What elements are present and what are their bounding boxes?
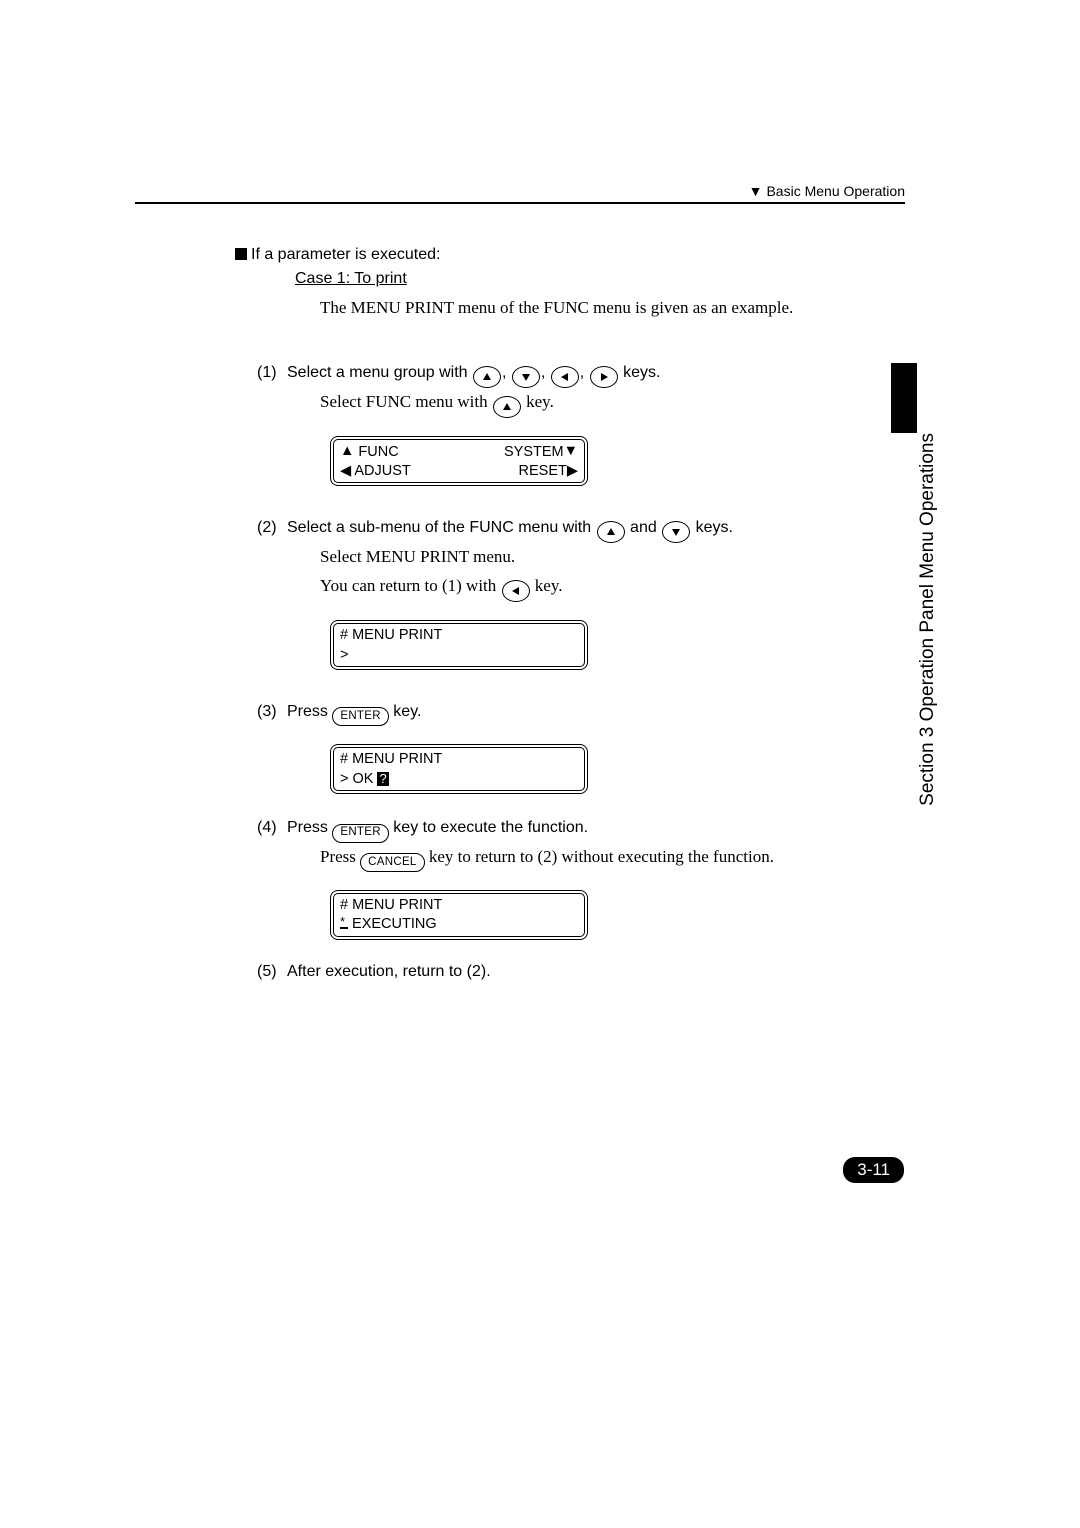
- step-sub-a: Press: [320, 847, 356, 866]
- step-text-end: keys.: [696, 519, 733, 536]
- step-number: (1): [257, 359, 287, 386]
- up-arrow-icon: [473, 366, 501, 388]
- lcd-line1: # MENU PRINT: [340, 897, 442, 913]
- cursor-question-icon: ?: [377, 772, 388, 786]
- step-text: Press: [287, 819, 328, 836]
- step-2: (2)Select a sub-menu of the FUNC menu wi…: [257, 514, 895, 602]
- lcd-br: RESET▶: [519, 463, 579, 479]
- step-sub-line2a: You can return to (1) with: [320, 576, 496, 595]
- step-5: (5)After execution, return to (2).: [257, 958, 895, 985]
- step-sub-end: key.: [526, 392, 554, 411]
- lcd-line2: > OK ?: [340, 771, 389, 787]
- step-sub-b: key to return to (2) without executing t…: [429, 847, 774, 866]
- step-number: (5): [257, 958, 287, 985]
- step-sub: Select FUNC menu with key.: [320, 388, 895, 418]
- step-text-end: key to execute the function.: [393, 819, 588, 836]
- case-heading: Case 1: To print: [295, 270, 895, 288]
- up-arrow-icon: [597, 521, 625, 543]
- step-text: Select a menu group with: [287, 364, 468, 381]
- intro-heading-text: If a parameter is executed:: [251, 246, 440, 263]
- step-3: (3)Press ENTER key.: [257, 698, 895, 726]
- down-arrow-icon: [512, 366, 540, 388]
- step-4: (4)Press ENTER key to execute the functi…: [257, 814, 895, 872]
- lcd-line2: >: [340, 647, 348, 663]
- right-arrow-icon: [590, 366, 618, 388]
- header-title: Basic Menu Operation: [766, 183, 905, 199]
- cancel-key-icon: CANCEL: [360, 853, 424, 872]
- step-sub: Select MENU PRINT menu. You can return t…: [320, 543, 895, 602]
- step-sub-text: Select FUNC menu with: [320, 392, 488, 411]
- example-paragraph: The MENU PRINT menu of the FUNC menu is …: [320, 294, 860, 321]
- step-1: (1)Select a menu group with , , , keys. …: [257, 359, 895, 418]
- lcd-tr: SYSTEM▼: [504, 443, 578, 460]
- left-arrow-icon: [551, 366, 579, 388]
- cursor-block-icon: *: [340, 916, 348, 933]
- up-arrow-icon: [493, 396, 521, 418]
- step-number: (4): [257, 814, 287, 841]
- section-side-label: Section 3 Operation Panel Menu Operation…: [917, 433, 939, 806]
- step-number: (3): [257, 698, 287, 725]
- lcd-line1: # MENU PRINT: [340, 751, 442, 767]
- enter-key-icon: ENTER: [332, 707, 388, 726]
- step-text: Select a sub-menu of the FUNC menu with: [287, 519, 591, 536]
- left-triangle-icon: ◀: [340, 463, 351, 479]
- lcd-line1: # MENU PRINT: [340, 627, 442, 643]
- step-sub-line2b: key.: [535, 576, 563, 595]
- down-triangle-icon: ▼: [749, 183, 763, 199]
- up-triangle-icon: ▲: [340, 443, 354, 459]
- lcd-tl: ▲ FUNC: [340, 443, 399, 460]
- step-sub: Press CANCEL key to return to (2) withou…: [320, 843, 895, 872]
- lcd-bl: ◀ ADJUST: [340, 463, 411, 479]
- right-triangle-icon: ▶: [567, 463, 578, 479]
- step-sub-line1: Select MENU PRINT menu.: [320, 547, 515, 566]
- lcd-display-2: # MENU PRINT >: [330, 620, 588, 670]
- lcd-display-4: # MENU PRINT * EXECUTING: [330, 890, 588, 940]
- page-content: If a parameter is executed: Case 1: To p…: [235, 246, 895, 985]
- step-text: Press: [287, 703, 328, 720]
- lcd-display-3: # MENU PRINT > OK ?: [330, 744, 588, 794]
- down-triangle-icon: ▼: [564, 443, 578, 459]
- lcd-line2: * EXECUTING: [340, 916, 437, 933]
- header-rule: [135, 202, 905, 204]
- down-arrow-icon: [662, 521, 690, 543]
- enter-key-icon: ENTER: [332, 824, 388, 843]
- running-header: ▼Basic Menu Operation: [749, 183, 905, 199]
- step-text-end: keys.: [623, 364, 660, 381]
- left-arrow-icon: [502, 580, 530, 602]
- step-text-mid: and: [630, 519, 657, 536]
- square-bullet-icon: [235, 248, 247, 260]
- lcd-display-1: ▲ FUNC SYSTEM▼ ◀ ADJUST RESET▶: [330, 436, 588, 486]
- intro-heading: If a parameter is executed:: [235, 246, 895, 264]
- step-text-end: key.: [393, 703, 421, 720]
- page-number: 3-11: [843, 1157, 904, 1183]
- step-number: (2): [257, 514, 287, 541]
- step-text: After execution, return to (2).: [287, 963, 491, 980]
